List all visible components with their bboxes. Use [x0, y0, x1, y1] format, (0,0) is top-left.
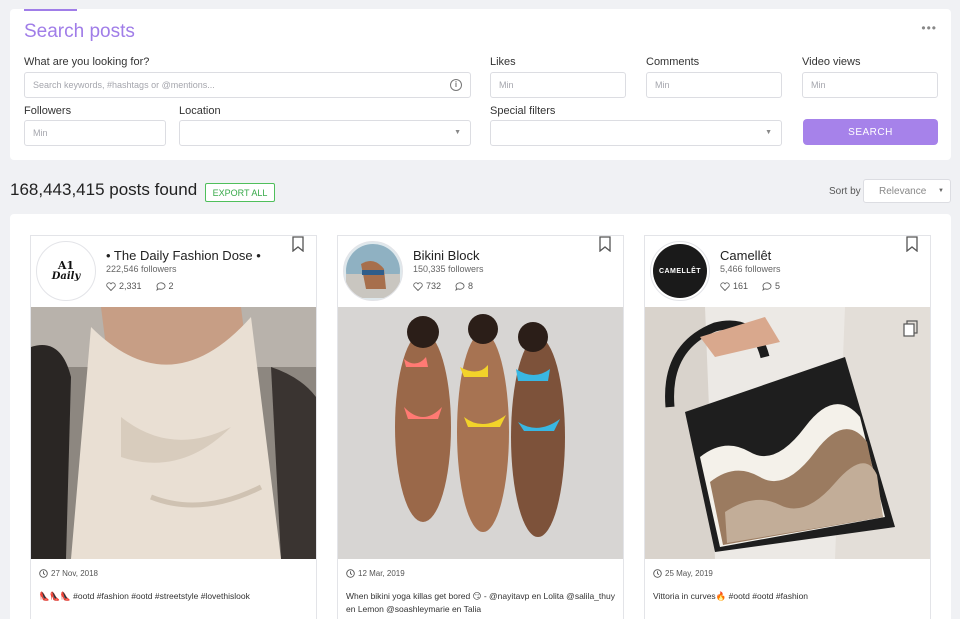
info-icon[interactable]: i [450, 79, 462, 91]
sort-select[interactable]: Relevance ▼ [863, 179, 951, 203]
avatar[interactable]: A1 Daily [36, 241, 96, 301]
bookmark-icon[interactable] [906, 236, 918, 252]
video-views-min-input[interactable]: Min [802, 72, 938, 98]
page-title: Search posts [24, 21, 135, 42]
clock-icon [346, 569, 355, 578]
post-date: 27 Nov, 2018 [39, 569, 98, 578]
post-date-text: 25 May, 2019 [665, 569, 713, 578]
likes-count: 161 [733, 281, 749, 291]
followers-count: 222,546 followers [106, 264, 177, 274]
comments-count: 8 [468, 281, 474, 291]
query-label: What are you looking for? [24, 56, 150, 68]
likes-stat: 2,331 [106, 281, 142, 291]
account-name[interactable]: • The Daily Fashion Dose • [106, 248, 261, 263]
comment-icon [455, 281, 465, 291]
post-stats: 2,331 2 [106, 281, 174, 291]
heart-icon [720, 281, 730, 291]
heart-icon [413, 281, 423, 291]
special-filters-label: Special filters [490, 105, 556, 117]
post-image[interactable] [31, 307, 316, 559]
video-views-placeholder: Min [811, 80, 826, 90]
bookmark-icon[interactable] [599, 236, 611, 252]
bookmark-icon[interactable] [292, 236, 304, 252]
sort-value: Relevance [879, 185, 927, 197]
followers-placeholder: Min [33, 128, 48, 138]
avatar[interactable] [343, 241, 403, 301]
likes-placeholder: Min [499, 80, 514, 90]
account-name[interactable]: Camellêt [720, 248, 771, 263]
likes-count: 2,331 [119, 281, 142, 291]
location-label: Location [179, 105, 221, 117]
search-button[interactable]: SEARCH [803, 119, 938, 145]
comments-stat: 8 [455, 281, 473, 291]
post-stats: 161 5 [720, 281, 780, 291]
account-name[interactable]: Bikini Block [413, 248, 479, 263]
special-filters-select[interactable]: ▼ [490, 120, 782, 146]
likes-label: Likes [490, 56, 516, 68]
avatar[interactable]: CAMELLÊT [650, 241, 710, 301]
comments-count: 2 [168, 281, 174, 291]
followers-count: 5,466 followers [720, 264, 781, 274]
post-card[interactable]: Bikini Block 150,335 followers 732 8 12 … [337, 235, 624, 619]
post-date: 12 Mar, 2019 [346, 569, 405, 578]
comment-icon [155, 281, 165, 291]
followers-count: 150,335 followers [413, 264, 484, 274]
avatar-text-bottom: Daily [51, 271, 81, 282]
results-panel: A1 Daily • The Daily Fashion Dose • 222,… [10, 214, 951, 619]
chevron-down-icon: ▼ [454, 129, 461, 136]
likes-count: 732 [426, 281, 442, 291]
comments-label: Comments [646, 56, 700, 68]
avatar-text: CAMELLÊT [658, 267, 702, 275]
more-options-icon[interactable]: ••• [921, 21, 937, 35]
post-card[interactable]: A1 Daily • The Daily Fashion Dose • 222,… [30, 235, 317, 619]
post-caption: When bikini yoga killas get bored 😏 - @n… [346, 591, 615, 614]
chevron-down-icon: ▼ [938, 188, 944, 194]
comments-stat: 5 [762, 281, 780, 291]
location-select[interactable]: ▼ [179, 120, 471, 146]
followers-min-input[interactable]: Min [24, 120, 166, 146]
followers-label: Followers [24, 105, 72, 117]
post-caption: 👠👠👠 #ootd #fashion #ootd #streetstyle #l… [39, 591, 250, 601]
export-all-button[interactable]: EXPORT ALL [205, 183, 275, 202]
post-stats: 732 8 [413, 281, 473, 291]
post-date-text: 12 Mar, 2019 [358, 569, 405, 578]
post-caption: Vittoria in curves🔥 #ootd #ootd #fashion [653, 591, 809, 601]
post-card[interactable]: CAMELLÊT Camellêt 5,466 followers 161 5 [644, 235, 931, 619]
avatar-text-top: A1 [57, 259, 75, 272]
likes-min-input[interactable]: Min [490, 72, 626, 98]
post-date: 25 May, 2019 [653, 569, 713, 578]
search-panel: Search posts ••• What are you looking fo… [10, 9, 951, 160]
post-image[interactable] [645, 307, 930, 559]
search-input-placeholder: Search keywords, #hashtags or @mentions.… [33, 80, 215, 90]
likes-stat: 732 [413, 281, 441, 291]
comments-placeholder: Min [655, 80, 670, 90]
post-date-text: 27 Nov, 2018 [51, 569, 98, 578]
clock-icon [653, 569, 662, 578]
chevron-down-icon: ▼ [765, 129, 772, 136]
sort-label: Sort by [829, 186, 861, 197]
heart-icon [106, 281, 116, 291]
comments-min-input[interactable]: Min [646, 72, 782, 98]
comments-stat: 2 [155, 281, 174, 291]
comment-icon [762, 281, 772, 291]
comments-count: 5 [775, 281, 781, 291]
video-views-label: Video views [802, 56, 861, 68]
results-count: 168,443,415 posts found [10, 180, 198, 199]
search-input[interactable]: Search keywords, #hashtags or @mentions.… [24, 72, 471, 98]
post-image[interactable] [338, 307, 623, 559]
likes-stat: 161 [720, 281, 748, 291]
clock-icon [39, 569, 48, 578]
title-underline [24, 9, 77, 11]
